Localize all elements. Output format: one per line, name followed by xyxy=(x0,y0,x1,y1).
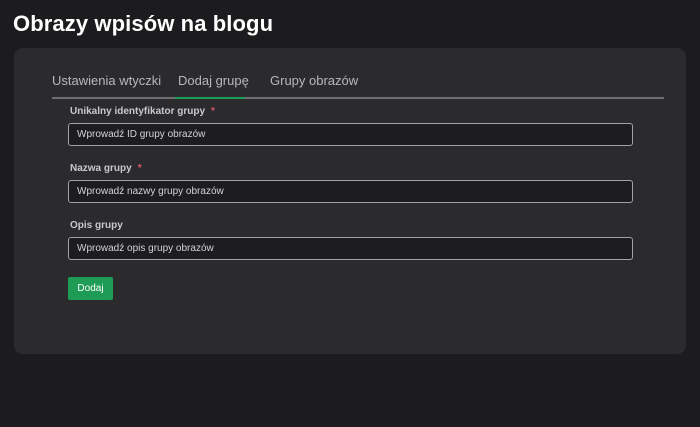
group-description-label: Opis grupy xyxy=(70,220,123,231)
group-description-label-text: Opis grupy xyxy=(70,220,123,231)
required-marker: * xyxy=(137,163,142,174)
tab-add-group[interactable]: Dodaj grupę xyxy=(178,73,249,88)
group-description-input[interactable] xyxy=(68,237,633,260)
group-id-label: Unikalny identyfikator grupy * xyxy=(70,106,215,117)
tab-plugin-settings[interactable]: Ustawienia wtyczki xyxy=(52,73,161,88)
active-tab-indicator xyxy=(175,97,245,99)
tab-image-groups[interactable]: Grupy obrazów xyxy=(270,73,358,88)
group-name-label-text: Nazwa grupy xyxy=(70,163,132,174)
required-marker: * xyxy=(211,106,215,117)
group-id-input[interactable] xyxy=(68,123,633,146)
group-name-label: Nazwa grupy * xyxy=(70,163,142,174)
page-title: Obrazy wpisów na blogu xyxy=(13,11,274,36)
group-id-label-text: Unikalny identyfikator grupy xyxy=(70,106,206,117)
tab-bar: Ustawienia wtyczki Dodaj grupę Grupy obr… xyxy=(52,48,664,99)
group-name-input[interactable] xyxy=(68,180,633,203)
add-button[interactable]: Dodaj xyxy=(68,277,113,300)
page: Obrazy wpisów na blogu Ustawienia wtyczk… xyxy=(0,0,700,427)
settings-card: Ustawienia wtyczki Dodaj grupę Grupy obr… xyxy=(14,48,686,354)
